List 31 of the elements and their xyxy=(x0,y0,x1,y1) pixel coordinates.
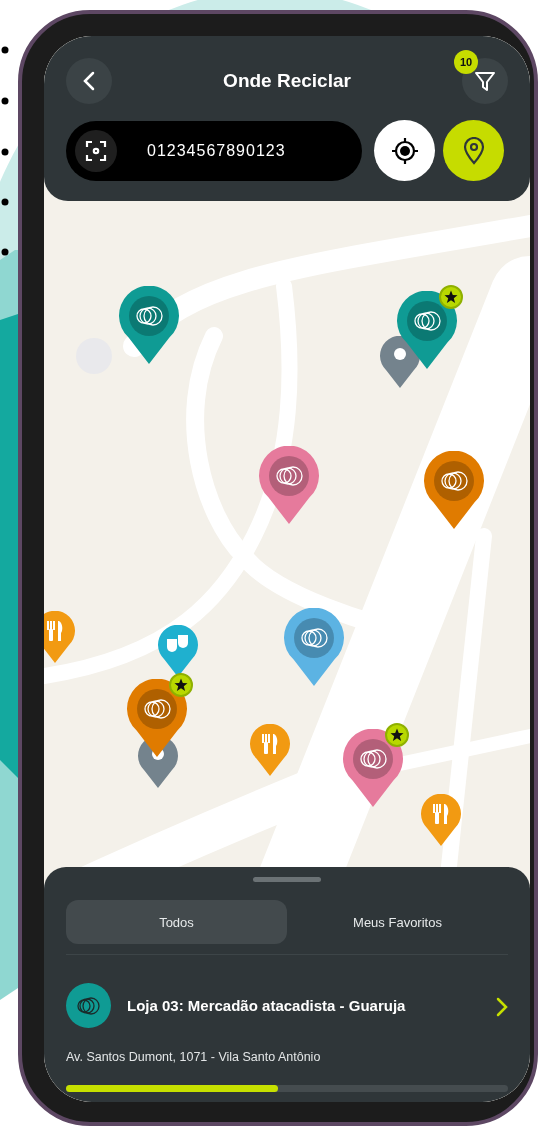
scan-icon xyxy=(85,139,107,162)
my-location-button[interactable] xyxy=(374,120,435,181)
screen-title: Onde Reciclar xyxy=(223,68,351,93)
chevron-right-icon xyxy=(496,996,508,1017)
recycling-place-icon xyxy=(66,983,111,1029)
recycling-pin[interactable] xyxy=(284,608,344,686)
recycling-pin[interactable] xyxy=(343,729,403,807)
filter-count-badge: 10 xyxy=(454,50,478,74)
restaurant-pin[interactable] xyxy=(421,794,461,846)
back-button[interactable] xyxy=(66,58,112,104)
place-address: Av. Santos Dumont, 1071 - Vila Santo Antônio xyxy=(66,1049,322,1067)
theater-pin[interactable] xyxy=(158,625,198,677)
restaurant-pin[interactable] xyxy=(250,724,290,776)
recycling-pin[interactable] xyxy=(424,451,484,529)
recycling-pin[interactable] xyxy=(119,286,179,364)
filter-tab[interactable]: Todos xyxy=(66,900,287,945)
filter-tab[interactable]: Meus Favoritos xyxy=(287,900,508,945)
scan-button[interactable] xyxy=(75,129,117,172)
recycling-pin[interactable] xyxy=(259,446,319,524)
location-pin-button[interactable] xyxy=(443,120,504,181)
code-input[interactable]: 01234567890123 xyxy=(147,138,337,163)
back-icon xyxy=(83,71,95,91)
sheet-handle[interactable] xyxy=(253,877,321,883)
restaurant-pin[interactable] xyxy=(44,611,75,663)
filter-icon xyxy=(474,70,496,92)
place-title: Loja 03: Mercadão atacadista - Guaruja xyxy=(127,995,407,1016)
recycling-pin[interactable] xyxy=(127,679,187,757)
location-pin-icon xyxy=(462,136,485,165)
code-search-field[interactable]: 01234567890123 xyxy=(66,120,362,181)
crosshair-icon xyxy=(390,136,419,165)
place-pin[interactable] xyxy=(380,336,420,388)
